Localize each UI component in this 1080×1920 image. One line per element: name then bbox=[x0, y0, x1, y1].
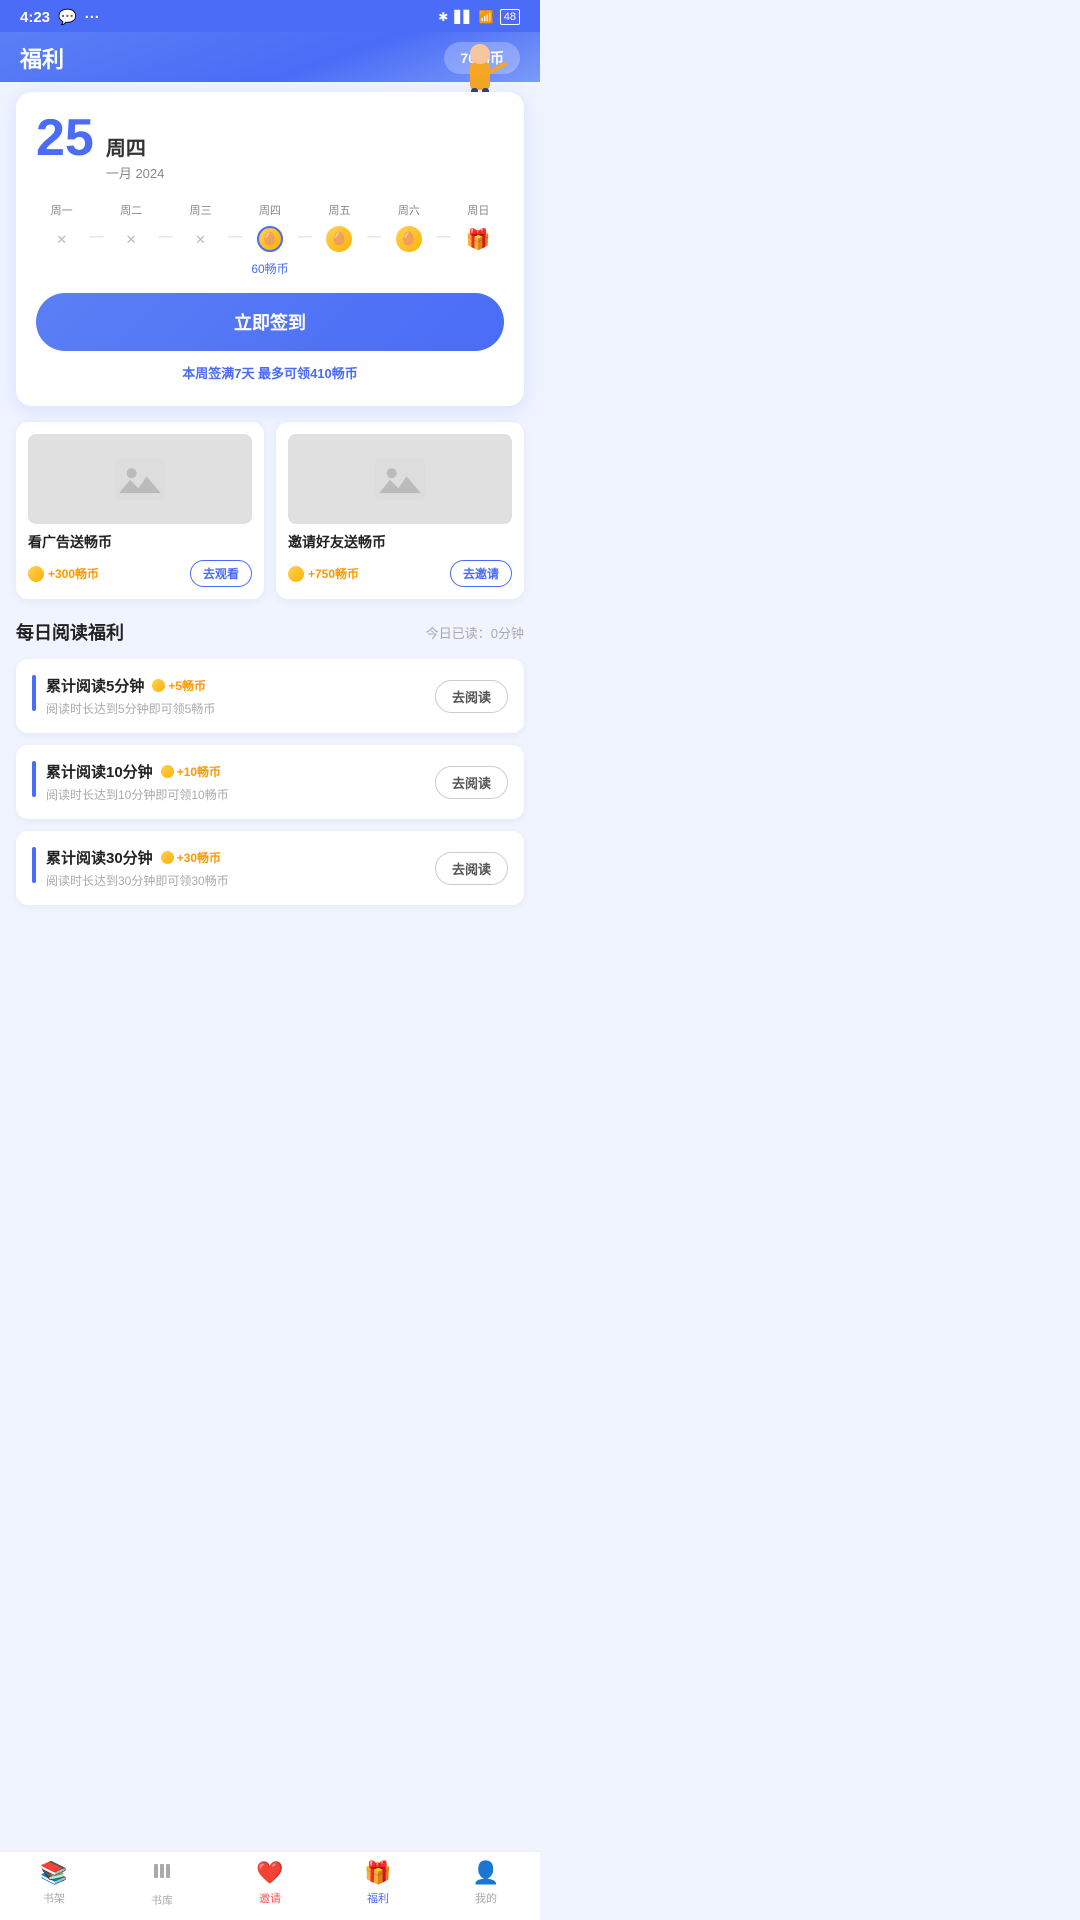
promo-reward-invite: +750畅币 bbox=[288, 565, 359, 582]
checkin-wed-icon: ✕ bbox=[187, 226, 215, 254]
task-reward-5min: +5畅币 bbox=[152, 677, 206, 694]
nav-label-profile: 我的 bbox=[475, 1890, 497, 1906]
week-day-wed: 周三 ✕ bbox=[175, 202, 226, 254]
promo-action-invite[interactable]: 去邀请 bbox=[450, 560, 512, 587]
read-btn-5min[interactable]: 去阅读 bbox=[435, 680, 508, 713]
checkin-sat-icon: 🥚 bbox=[396, 226, 422, 252]
nav-label-library: 书库 bbox=[151, 1892, 173, 1908]
promo-reward-ad: +300畅币 bbox=[28, 565, 99, 582]
promo-title-invite: 邀请好友送畅币 bbox=[288, 532, 512, 552]
nav-label-invite: 邀请 bbox=[259, 1890, 281, 1906]
task-reward-10min: +10畅币 bbox=[161, 763, 221, 780]
task-coin-dot-2 bbox=[161, 765, 174, 778]
checkin-thu-icon: 🥚 bbox=[257, 226, 283, 252]
promo-card-ad: 看广告送畅币 +300畅币 去观看 bbox=[16, 422, 264, 599]
coin-dot-icon bbox=[28, 566, 44, 582]
status-time: 4:23 bbox=[20, 9, 50, 26]
section-header-reading: 每日阅读福利 今日已读：0分钟 bbox=[16, 619, 524, 645]
task-left-30min: 累计阅读30分钟 +30畅币 阅读时长达到30分钟即可领30畅币 bbox=[32, 847, 229, 889]
task-bar-30min bbox=[32, 847, 36, 883]
week-day-sun: 周日 🎁 bbox=[453, 202, 504, 252]
notification-icon: 💬 bbox=[58, 8, 77, 26]
task-coin-dot bbox=[152, 679, 165, 692]
nav-item-shelf[interactable]: 📚 书架 bbox=[0, 1860, 108, 1908]
date-weekday: 周四 bbox=[106, 132, 165, 161]
coin-dot-icon-2 bbox=[288, 566, 304, 582]
week-day-fri: 周五 🥚 bbox=[314, 202, 365, 252]
task-bar-10min bbox=[32, 761, 36, 797]
task-title-5min: 累计阅读5分钟 +5畅币 bbox=[46, 675, 215, 696]
task-left-5min: 累计阅读5分钟 +5畅币 阅读时长达到5分钟即可领5畅币 bbox=[32, 675, 215, 717]
task-desc-5min: 阅读时长达到5分钟即可领5畅币 bbox=[46, 700, 215, 717]
header: 福利 70畅币 bbox=[0, 32, 540, 82]
read-btn-30min[interactable]: 去阅读 bbox=[435, 852, 508, 885]
promo-row: 看广告送畅币 +300畅币 去观看 邀请好友送畅币 bbox=[16, 422, 524, 599]
task-left-10min: 累计阅读10分钟 +10畅币 阅读时长达到10分钟即可领10畅币 bbox=[32, 761, 229, 803]
date-section: 25 周四 一月 2024 bbox=[36, 112, 504, 182]
nav-item-invite[interactable]: ❤️ 邀请 bbox=[216, 1860, 324, 1908]
more-icon: ··· bbox=[85, 9, 100, 26]
week-day-sat: 周六 🥚 bbox=[383, 202, 434, 252]
bottom-nav: 📚 书架 书库 ❤️ 邀请 🎁 福利 👤 我的 bbox=[0, 1851, 540, 1920]
task-coin-dot-3 bbox=[161, 851, 174, 864]
nav-label-shelf: 书架 bbox=[43, 1890, 65, 1906]
task-desc-10min: 阅读时长达到10分钟即可领10畅币 bbox=[46, 786, 229, 803]
content-area: 看广告送畅币 +300畅币 去观看 邀请好友送畅币 bbox=[0, 406, 540, 997]
task-info-10min: 累计阅读10分钟 +10畅币 阅读时长达到10分钟即可领10畅币 bbox=[46, 761, 229, 803]
week-day-mon: 周一 ✕ bbox=[36, 202, 87, 254]
nav-item-profile[interactable]: 👤 我的 bbox=[432, 1860, 540, 1908]
checkin-mon-icon: ✕ bbox=[48, 226, 76, 254]
task-reward-30min: +30畅币 bbox=[161, 849, 221, 866]
checkin-fri-icon: 🥚 bbox=[326, 226, 352, 252]
date-info: 周四 一月 2024 bbox=[106, 132, 165, 182]
task-title-10min: 累计阅读10分钟 +10畅币 bbox=[46, 761, 229, 782]
nav-item-welfare[interactable]: 🎁 福利 bbox=[324, 1860, 432, 1908]
promo-bottom-invite: +750畅币 去邀请 bbox=[288, 560, 512, 587]
task-item-30min: 累计阅读30分钟 +30畅币 阅读时长达到30分钟即可领30畅币 去阅读 bbox=[16, 831, 524, 905]
date-day: 25 bbox=[36, 112, 94, 164]
checkin-sun-icon: 🎁 bbox=[464, 226, 492, 252]
shelf-icon: 📚 bbox=[40, 1860, 67, 1886]
date-month: 一月 2024 bbox=[106, 163, 165, 182]
status-left: 4:23 💬 ··· bbox=[20, 8, 100, 26]
promo-card-invite: 邀请好友送畅币 +750畅币 去邀请 bbox=[276, 422, 524, 599]
page-title: 福利 bbox=[20, 42, 64, 74]
promo-action-ad[interactable]: 去观看 bbox=[190, 560, 252, 587]
checkin-tue-icon: ✕ bbox=[117, 226, 145, 254]
task-title-30min: 累计阅读30分钟 +30畅币 bbox=[46, 847, 229, 868]
sign-in-button[interactable]: 立即签到 bbox=[36, 293, 504, 351]
promo-img-ad bbox=[28, 434, 252, 524]
today-read-meta: 今日已读：0分钟 bbox=[426, 623, 524, 642]
task-item-10min: 累计阅读10分钟 +10畅币 阅读时长达到10分钟即可领10畅币 去阅读 bbox=[16, 745, 524, 819]
promo-img-invite bbox=[288, 434, 512, 524]
promo-bottom-ad: +300畅币 去观看 bbox=[28, 560, 252, 587]
today-reward: 60畅币 bbox=[36, 260, 504, 277]
task-bar-5min bbox=[32, 675, 36, 711]
week-row: 周一 ✕ ── 周二 ✕ ── 周三 ✕ ── 周四 🥚 ── 周五 🥚 ── … bbox=[36, 202, 504, 254]
welfare-icon: 🎁 bbox=[364, 1860, 391, 1886]
week-day-thu: 周四 🥚 bbox=[244, 202, 295, 252]
main-card: 25 周四 一月 2024 周一 ✕ ── 周二 ✕ ── 周三 ✕ ── 周四… bbox=[16, 92, 524, 406]
week-day-tue: 周二 ✕ bbox=[105, 202, 156, 254]
promo-title-ad: 看广告送畅币 bbox=[28, 532, 252, 552]
profile-icon: 👤 bbox=[472, 1860, 499, 1886]
task-info-5min: 累计阅读5分钟 +5畅币 阅读时长达到5分钟即可领5畅币 bbox=[46, 675, 215, 717]
nav-item-library[interactable]: 书库 bbox=[108, 1860, 216, 1908]
sign-hint: 本周签满7天 最多可领410畅币 bbox=[36, 363, 504, 382]
invite-icon: ❤️ bbox=[256, 1860, 283, 1886]
task-desc-30min: 阅读时长达到30分钟即可领30畅币 bbox=[46, 872, 229, 889]
nav-label-welfare: 福利 bbox=[367, 1890, 389, 1906]
library-icon bbox=[151, 1860, 173, 1888]
section-title-reading: 每日阅读福利 bbox=[16, 619, 124, 645]
task-info-30min: 累计阅读30分钟 +30畅币 阅读时长达到30分钟即可领30畅币 bbox=[46, 847, 229, 889]
read-btn-10min[interactable]: 去阅读 bbox=[435, 766, 508, 799]
task-item-5min: 累计阅读5分钟 +5畅币 阅读时长达到5分钟即可领5畅币 去阅读 bbox=[16, 659, 524, 733]
